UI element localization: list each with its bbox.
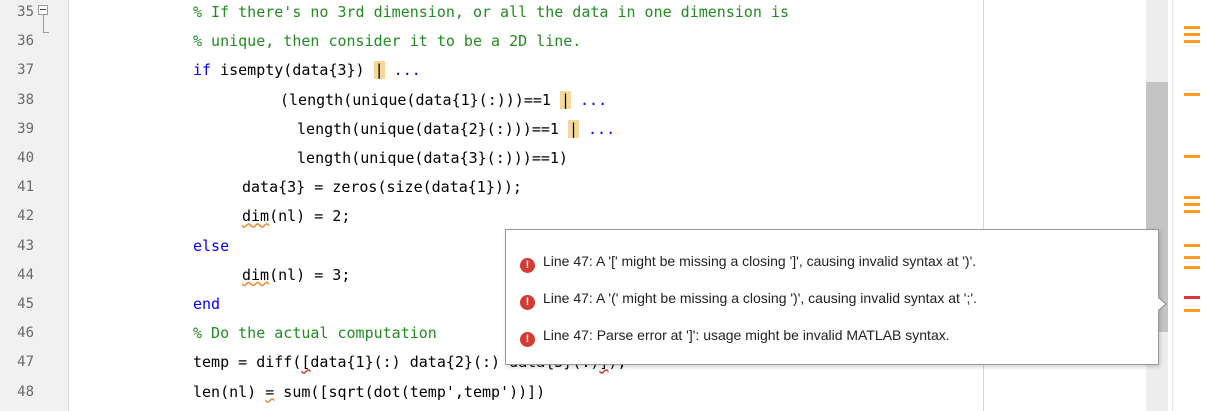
- fold-toggle-icon[interactable]: [38, 5, 48, 15]
- warning-marker[interactable]: [1184, 26, 1200, 29]
- code-token: % Do the actual computation: [193, 324, 437, 343]
- tooltip-message-text: Line 47: A '[' might be missing a closin…: [543, 253, 977, 269]
- line-number: 44: [17, 266, 34, 283]
- code-token: isempty(data{3}): [211, 61, 374, 80]
- warning-marker[interactable]: [1184, 309, 1200, 312]
- code-token: % unique, then consider it to be a 2D li…: [193, 32, 582, 51]
- warning-marker[interactable]: [1184, 40, 1200, 43]
- warning-marker[interactable]: [1184, 203, 1200, 206]
- warning-marker[interactable]: [1184, 33, 1200, 36]
- tooltip-message: ! Line 47: A '(' might be missing a closi…: [520, 287, 977, 310]
- code-line[interactable]: (length(unique(data{1}(:)))==1 | ...: [280, 89, 607, 111]
- code-token: ...: [384, 61, 421, 80]
- error-icon: !: [520, 295, 535, 310]
- code-token: length(unique(data{2}(:)))==1: [288, 119, 568, 138]
- line-number: 45: [17, 296, 34, 312]
- code-token: (nl) = 3;: [269, 265, 351, 284]
- code-token: sum([sqrt(dot(temp',temp'))]): [274, 382, 546, 401]
- tooltip-message: ! Line 47: Parse error at ']': usage migh…: [520, 324, 950, 347]
- code-line[interactable]: % If there's no 3rd dimension, or all th…: [193, 1, 789, 23]
- line-number: 35: [17, 4, 34, 20]
- line-number: 39: [17, 120, 34, 137]
- code-token: (length(unique(data{1}(:)))==1: [280, 90, 560, 109]
- line-number: 41: [17, 179, 34, 196]
- code-token: % If there's no 3rd dimension, or all th…: [193, 3, 790, 21]
- code-token: dim: [242, 265, 270, 284]
- code-token: data{3} = zeros(size(data{1}));: [242, 178, 522, 197]
- line-number: 48: [17, 383, 34, 400]
- code-line[interactable]: data{3} = zeros(size(data{1}));: [242, 176, 522, 198]
- tooltip-message-text: Line 47: Parse error at ']': usage might…: [543, 327, 950, 343]
- code-line[interactable]: end: [193, 293, 220, 315]
- code-token: =: [265, 382, 275, 401]
- warning-marker[interactable]: [1184, 244, 1200, 247]
- code-line[interactable]: length(unique(data{2}(:)))==1 | ...: [288, 118, 615, 140]
- code-token: ...: [579, 119, 616, 138]
- line-number: 36: [17, 33, 34, 50]
- code-line[interactable]: dim(nl) = 2;: [242, 205, 350, 227]
- code-line[interactable]: len(nl) = sum([sqrt(dot(temp',temp'))]): [193, 381, 545, 403]
- warning-marker[interactable]: [1184, 196, 1200, 199]
- code-line[interactable]: if isempty(data{3}) | ...: [193, 59, 421, 81]
- warning-marker[interactable]: [1184, 155, 1200, 158]
- code-token: length(unique(data{3}(:)))==1): [288, 149, 568, 167]
- tooltip-message-text: Line 47: A '(' might be missing a closin…: [543, 290, 977, 306]
- fold-line: [43, 15, 44, 32]
- code-token: dim: [242, 207, 270, 226]
- error-tooltip: ! Line 47: A '[' might be missing a closi…: [505, 229, 1167, 365]
- warning-marker[interactable]: [1184, 256, 1200, 259]
- code-token: |: [567, 119, 579, 138]
- warning-marker[interactable]: [1184, 93, 1200, 96]
- code-token: |: [559, 90, 571, 109]
- code-line[interactable]: % Do the actual computation: [193, 322, 437, 344]
- code-token: else: [193, 236, 230, 255]
- line-number: 46: [17, 325, 34, 342]
- code-token: |: [373, 61, 385, 80]
- code-token: temp = diff(: [193, 353, 302, 372]
- line-number: 47: [17, 354, 34, 371]
- error-icon: !: [520, 258, 535, 273]
- line-number: 37: [17, 62, 34, 79]
- code-token: (nl) = 2;: [269, 207, 351, 226]
- line-number-gutter: 35 36 37 38 39 40 41 42 43 44 45 46 47 48: [0, 0, 69, 411]
- code-token: if: [193, 61, 212, 80]
- code-token: len(nl): [193, 382, 266, 401]
- error-icon: !: [520, 332, 535, 347]
- warning-marker[interactable]: [1184, 266, 1200, 269]
- code-line[interactable]: dim(nl) = 3;: [242, 264, 350, 286]
- code-token: end: [193, 295, 221, 313]
- error-marker[interactable]: [1184, 296, 1200, 299]
- code-line[interactable]: else: [193, 235, 229, 257]
- warning-marker[interactable]: [1184, 210, 1200, 213]
- line-number: 40: [17, 150, 34, 166]
- tooltip-message: ! Line 47: A '[' might be missing a closi…: [520, 250, 977, 273]
- code-line[interactable]: length(unique(data{3}(:)))==1): [288, 147, 568, 169]
- message-indicator-bar[interactable]: [1172, 0, 1209, 411]
- line-number: 43: [17, 237, 34, 254]
- code-editor[interactable]: 35 36 37 38 39 40 41 42 43 44 45 46 47 48 % If there'…: [0, 0, 1209, 411]
- line-number: 42: [17, 208, 34, 225]
- code-line[interactable]: % unique, then consider it to be a 2D li…: [193, 30, 581, 52]
- code-token: ...: [571, 90, 608, 109]
- line-number: 38: [17, 91, 34, 108]
- fold-end: [43, 32, 49, 33]
